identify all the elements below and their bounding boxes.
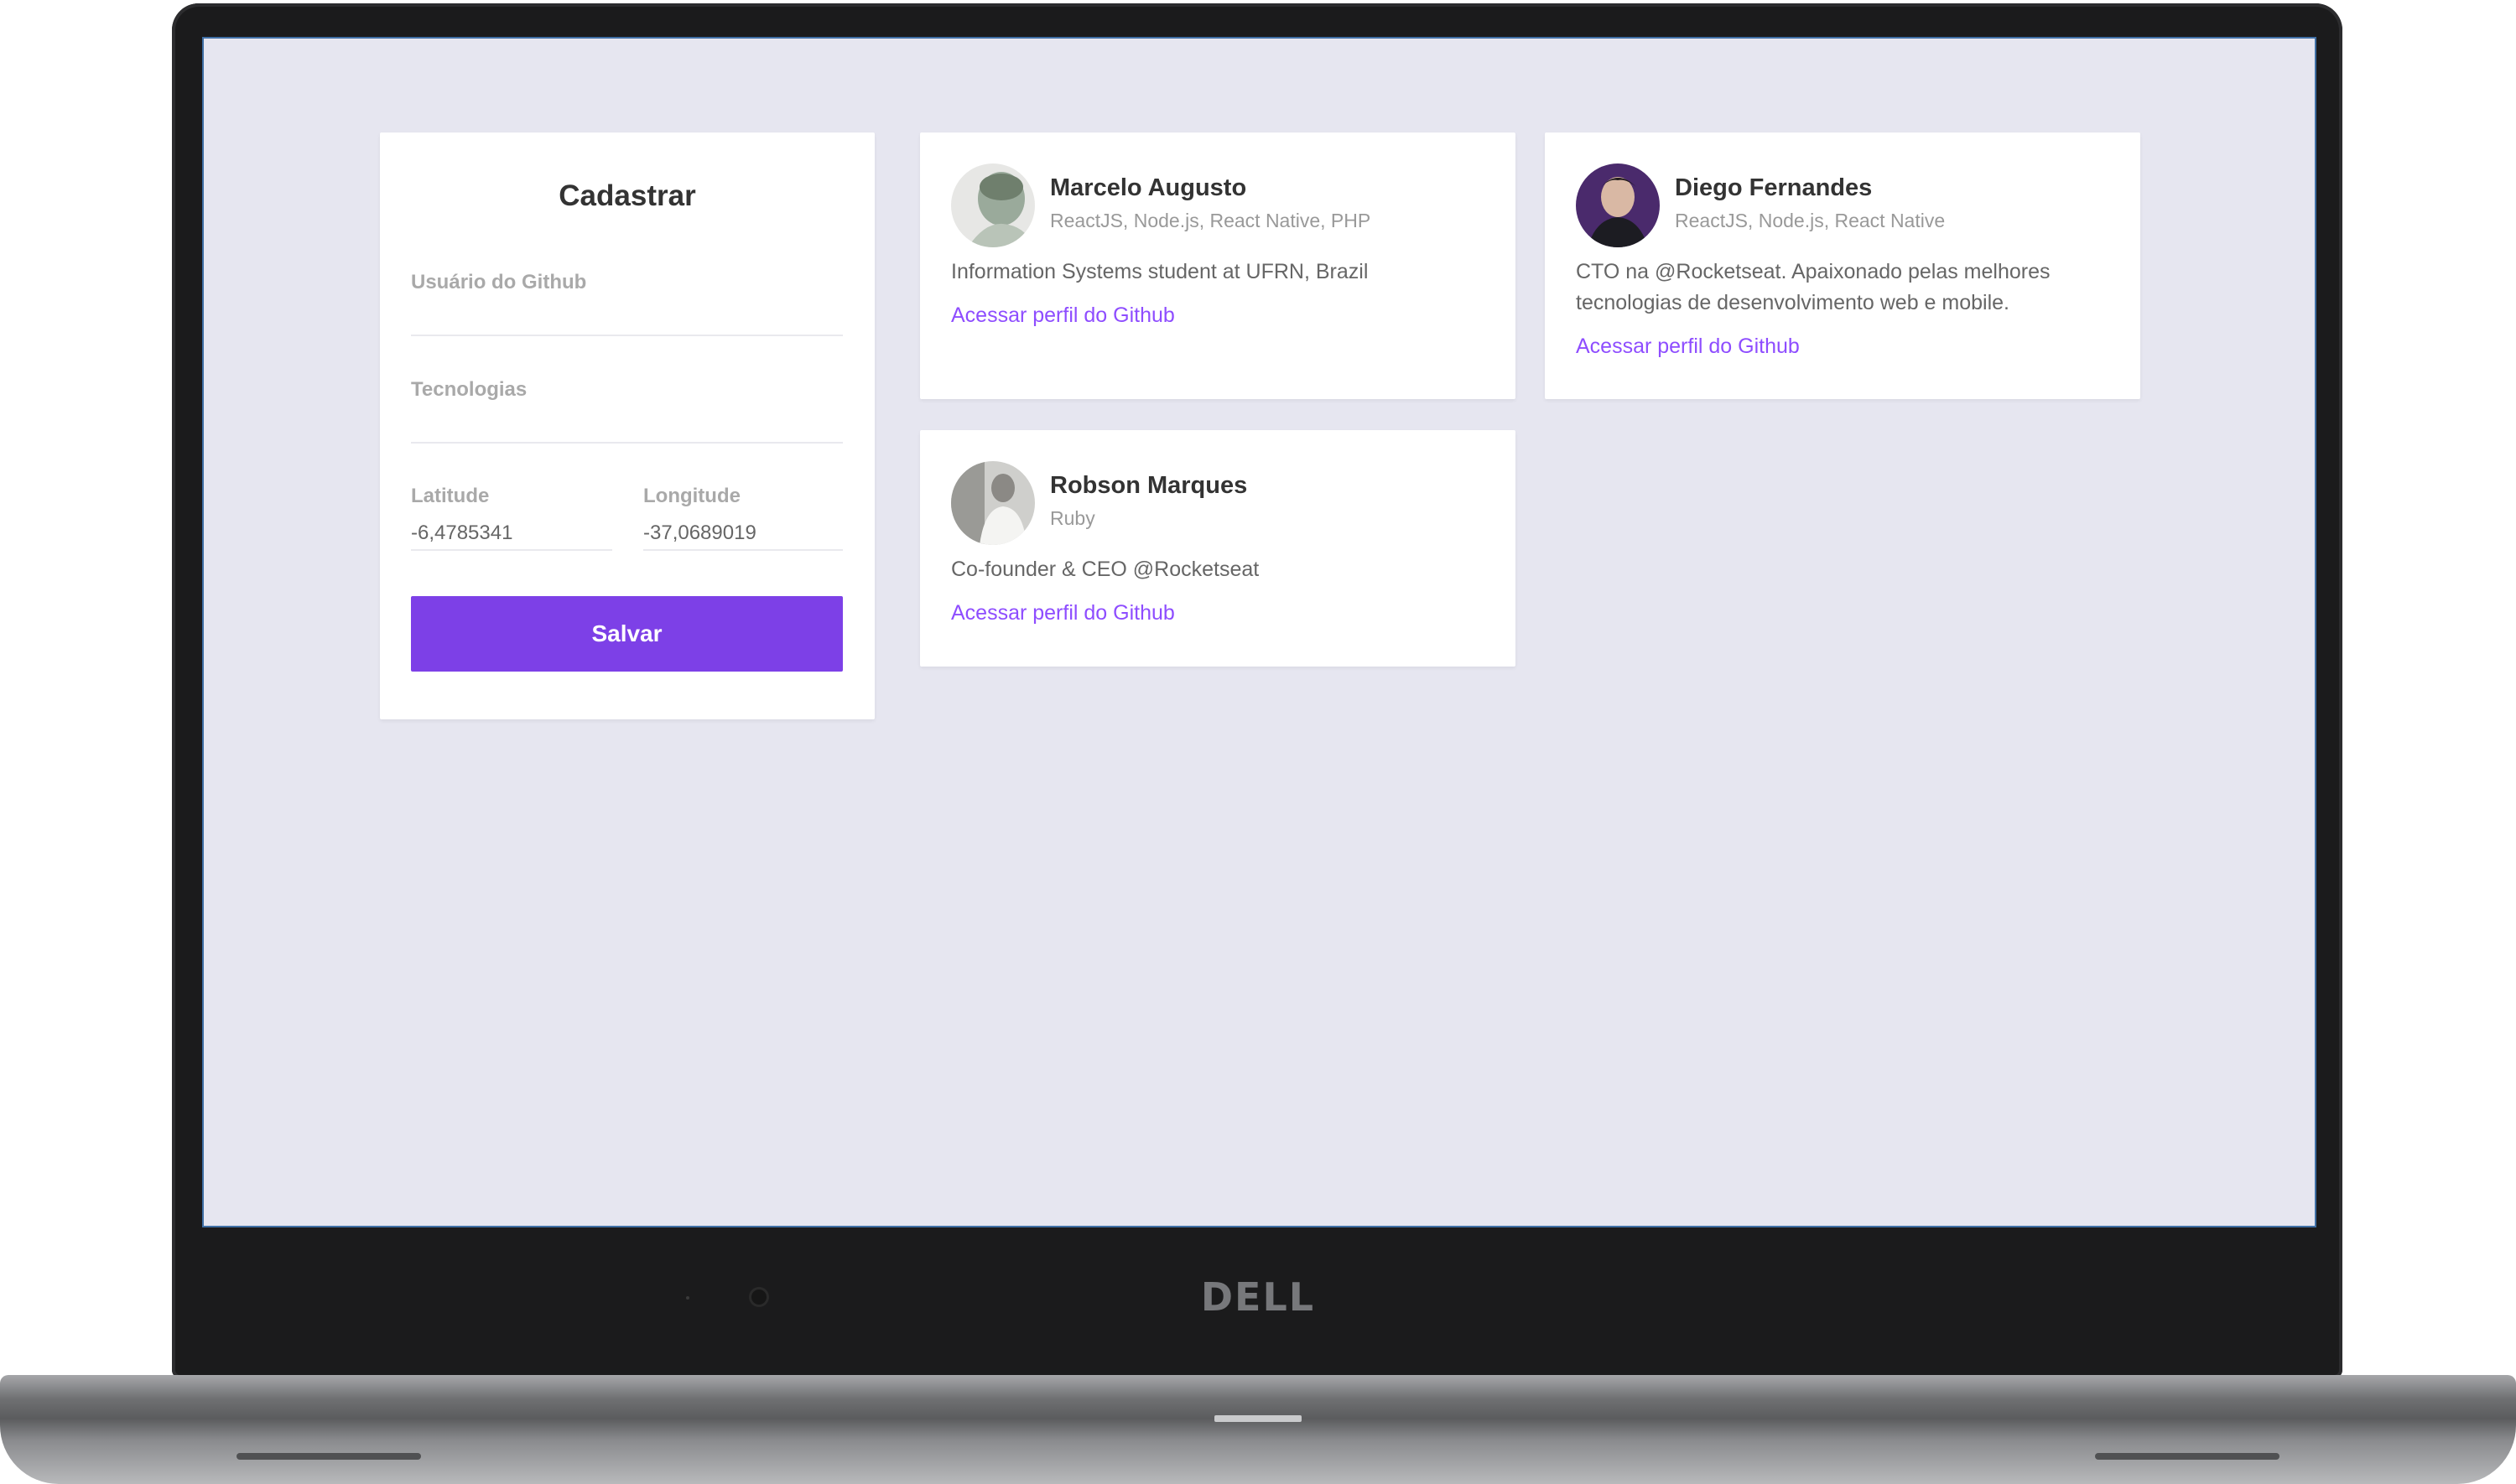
laptop-base <box>0 1375 2516 1484</box>
avatar <box>951 163 1035 247</box>
dev-bio: Co-founder & CEO @Rocketseat <box>951 558 1260 581</box>
avatar <box>1576 163 1660 247</box>
dell-logo: DELL <box>1200 1274 1316 1320</box>
github-username-underline <box>411 335 843 336</box>
longitude-input[interactable]: -37,0689019 <box>643 521 756 545</box>
github-profile-link[interactable]: Acessar perfil do Github <box>1576 335 1800 359</box>
webcam <box>751 1289 767 1305</box>
form-title: Cadastrar <box>559 179 696 212</box>
dev-card: Diego Fernandes ReactJS, Node.js, React … <box>1545 132 2140 399</box>
github-profile-link[interactable]: Acessar perfil do Github <box>951 601 1175 625</box>
latitude-underline <box>411 549 612 551</box>
dev-card: Robson Marques Ruby Co-founder & CEO @Ro… <box>920 430 1515 667</box>
register-form-card: Cadastrar Usuário do Github Tecnologias … <box>380 132 875 719</box>
save-button[interactable]: Salvar <box>411 596 843 672</box>
dev-techs: ReactJS, Node.js, React Native <box>1675 210 1946 231</box>
techs-underline <box>411 442 843 444</box>
longitude-label: Longitude <box>643 485 741 507</box>
dev-bio: CTO na @Rocketseat. Apaixonado pelas mel… <box>1576 260 2051 314</box>
latitude-input[interactable]: -6,4785341 <box>411 521 512 545</box>
techs-label: Tecnologias <box>411 378 528 401</box>
dev-name: Marcelo Augusto <box>1050 174 1247 201</box>
laptop-foot-left <box>237 1453 421 1460</box>
dev-techs: Ruby <box>1050 507 1095 529</box>
base-notch <box>1214 1415 1302 1422</box>
dev-name: Robson Marques <box>1050 472 1248 499</box>
app-screen: Cadastrar Usuário do Github Tecnologias … <box>204 39 2315 1226</box>
github-username-input[interactable] <box>411 297 843 334</box>
techs-input[interactable] <box>411 404 843 441</box>
github-profile-link[interactable]: Acessar perfil do Github <box>951 304 1175 328</box>
status-led <box>686 1296 689 1300</box>
github-username-label: Usuário do Github <box>411 271 587 293</box>
laptop-foot-right <box>2095 1453 2279 1460</box>
dev-card: Marcelo Augusto ReactJS, Node.js, React … <box>920 132 1515 399</box>
avatar <box>951 461 1035 545</box>
dev-bio: Information Systems student at UFRN, Bra… <box>951 260 1369 283</box>
dev-techs: ReactJS, Node.js, React Native, PHP <box>1050 210 1371 231</box>
longitude-underline <box>643 549 843 551</box>
dev-name: Diego Fernandes <box>1675 174 1873 201</box>
latitude-label: Latitude <box>411 485 490 507</box>
